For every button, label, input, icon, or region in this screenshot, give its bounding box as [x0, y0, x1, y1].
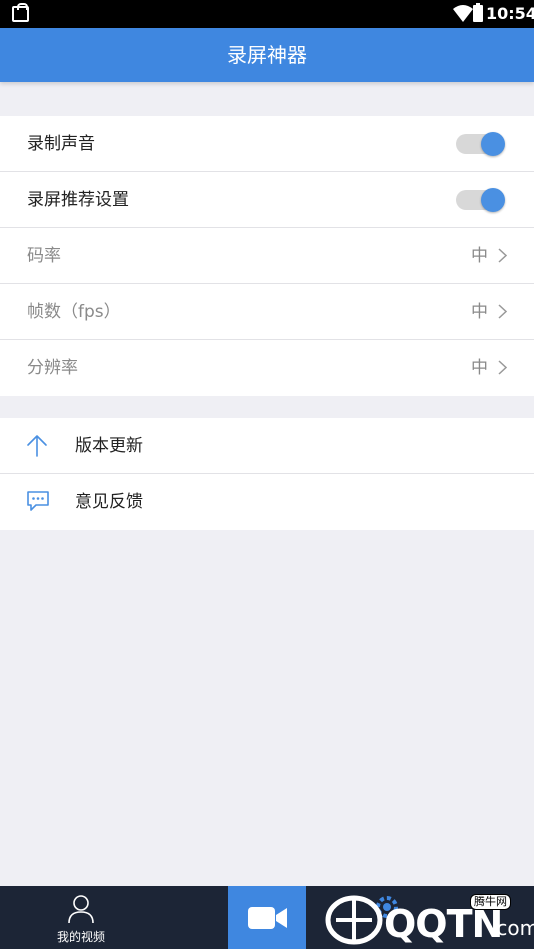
chat-bubble-icon	[27, 491, 49, 511]
wifi-icon	[453, 5, 473, 22]
watermark-badge: 腾牛网	[470, 894, 511, 910]
setting-value: 中	[471, 302, 488, 322]
battery-icon	[473, 3, 483, 22]
menu-feedback[interactable]: 意见反馈	[0, 474, 534, 530]
setting-label: 码率	[27, 246, 61, 266]
person-icon	[68, 895, 94, 924]
setting-value: 中	[471, 246, 488, 266]
setting-resolution[interactable]: 分辨率 中	[0, 340, 534, 396]
setting-label: 录制声音	[27, 134, 95, 154]
recommended-toggle[interactable]	[456, 188, 506, 212]
tab-my-videos[interactable]: 我的视频	[0, 886, 228, 949]
toggle-knob	[481, 132, 505, 156]
chevron-right-icon	[498, 248, 507, 263]
menu-version-update[interactable]: 版本更新	[0, 418, 534, 474]
video-camera-icon	[248, 907, 287, 929]
setting-bitrate[interactable]: 码率 中	[0, 228, 534, 284]
shopping-bag-icon	[12, 3, 29, 22]
chevron-right-icon	[498, 304, 507, 319]
setting-value: 中	[471, 358, 488, 378]
setting-fps[interactable]: 帧数（fps） 中	[0, 284, 534, 340]
record-audio-toggle[interactable]	[456, 132, 506, 156]
misc-group: 版本更新 意见反馈	[0, 418, 534, 530]
page-title: 录屏神器	[227, 43, 307, 67]
tab-record[interactable]	[228, 886, 306, 949]
app-bar: 录屏神器	[0, 28, 534, 82]
status-time: 10:54	[486, 4, 534, 23]
setting-label: 录屏推荐设置	[27, 190, 129, 210]
upload-arrow-icon	[27, 435, 47, 457]
watermark-suffix: .com	[490, 916, 534, 940]
setting-label: 帧数（fps）	[27, 302, 121, 322]
recording-settings-group: 录制声音 录屏推荐设置 码率 中 帧数（fps） 中 分辨率 中	[0, 116, 534, 396]
chevron-right-icon	[498, 360, 507, 375]
menu-label: 版本更新	[75, 436, 143, 456]
setting-recommended[interactable]: 录屏推荐设置	[0, 172, 534, 228]
tab-label: 我的视频	[56, 930, 105, 944]
watermark-logo: QQTN .com 腾牛网	[322, 890, 534, 948]
status-bar: 10:54	[0, 0, 534, 28]
toggle-knob	[481, 188, 505, 212]
menu-label: 意见反馈	[75, 492, 143, 512]
setting-label: 分辨率	[27, 358, 78, 378]
setting-record-audio[interactable]: 录制声音	[0, 116, 534, 172]
watermark-emblem-icon	[325, 895, 383, 945]
